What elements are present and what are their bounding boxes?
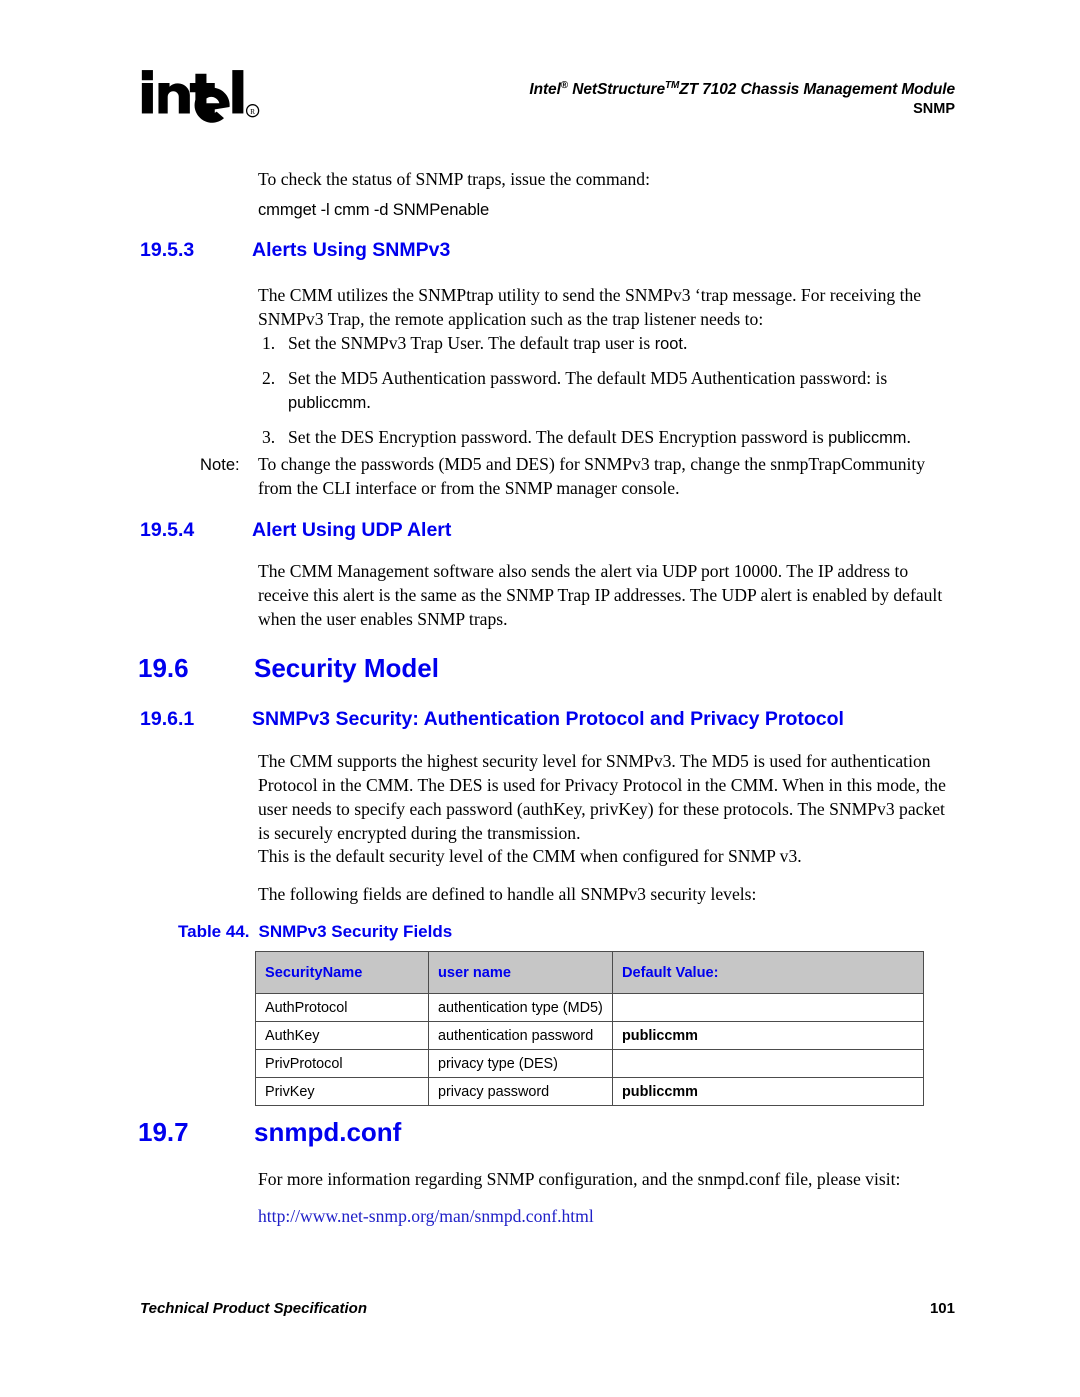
heading-number: 19.6.1 — [140, 708, 195, 730]
header-title: Intel® NetStructureTMZT 7102 Chassis Man… — [529, 80, 955, 99]
section-1961-paragraph-1: The CMM supports the highest security le… — [258, 751, 946, 843]
section-197-paragraph: For more information regarding SNMP conf… — [258, 1169, 901, 1189]
document-page: R Intel® NetStructureTMZT 7102 Chassis M… — [0, 0, 1080, 1397]
trademark-icon: TM — [664, 80, 680, 91]
section-1953-intro: The CMM utilizes the SNMPtrap utility to… — [258, 285, 922, 329]
header-subtitle: SNMP — [913, 101, 955, 118]
intro-line: To check the status of SNMP traps, issue… — [258, 169, 650, 189]
registered-icon: ® — [560, 80, 569, 91]
cell-description: authentication password — [428, 1021, 613, 1050]
list-item-text-tail: . — [366, 391, 371, 412]
note-block: Note: To change the passwords (MD5 and D… — [200, 453, 948, 501]
list-marker: 1. — [262, 333, 276, 353]
intel-logo: R — [140, 66, 260, 124]
footer-title: Technical Product Specification — [140, 1300, 367, 1317]
list-marker: 2. — [262, 367, 276, 388]
table-header-row: SecurityName user name Default Value: — [255, 951, 924, 994]
cell-default-value: publiccmm — [612, 1021, 924, 1050]
heading-text: SNMPv3 Security: Authentication Protocol… — [252, 708, 844, 730]
heading-number: 19.6 — [138, 653, 189, 683]
list-item: 1. Set the SNMPv3 Trap User. The default … — [262, 332, 952, 356]
page-number: 101 — [929, 1300, 955, 1317]
cell-description: authentication type (MD5) — [428, 993, 613, 1022]
heading-text: Security Model — [254, 653, 439, 683]
cell-default-value: publiccmm — [612, 1077, 924, 1106]
table-caption-title: SNMPv3 Security Fields — [258, 922, 453, 941]
cell-name: AuthProtocol — [255, 993, 429, 1022]
table-caption: Table 44. SNMPv3 Security Fields — [178, 922, 452, 942]
column-header-default-value: Default Value: — [612, 951, 924, 994]
column-header-user-name: user name — [428, 951, 613, 994]
list-item: 3. Set the DES Encryption password. The d… — [262, 426, 952, 450]
heading-text: snmpd.conf — [254, 1117, 402, 1147]
inline-code: publiccmm — [828, 428, 907, 447]
heading-text: Alert Using UDP Alert — [252, 519, 452, 541]
cell-name: PrivProtocol — [255, 1049, 429, 1078]
snmpd-conf-link-wrap: http://www.net-snmp.org/man/snmpd.conf.h… — [258, 1206, 594, 1227]
section-1954-paragraph: The CMM Management software also sends t… — [258, 561, 943, 629]
table-caption-label: Table 44. — [178, 922, 250, 941]
table-row: AuthProtocol authentication type (MD5) — [255, 993, 924, 1022]
inline-code: root — [654, 335, 683, 353]
snmpv3-trap-steps: 1. Set the SNMPv3 Trap User. The default … — [262, 332, 952, 461]
document-header: Intel® NetStructureTMZT 7102 Chassis Man… — [529, 80, 955, 119]
snmpv3-security-fields-table: SecurityName user name Default Value: Au… — [255, 951, 924, 1106]
cell-description: privacy password — [428, 1077, 613, 1106]
list-item-text: Set the DES Encryption password. The def… — [288, 426, 829, 447]
heading-text: Alerts Using SNMPv3 — [252, 239, 451, 261]
section-1961-paragraph-2: This is the default security level of th… — [258, 846, 802, 866]
column-header-security-name: SecurityName — [255, 951, 429, 994]
list-item-text-tail: . — [682, 333, 688, 353]
cell-name: AuthKey — [255, 1021, 429, 1050]
svg-text:R: R — [250, 107, 255, 116]
note-label: Note: — [200, 455, 240, 474]
cell-name: PrivKey — [255, 1077, 429, 1106]
heading-19-5-3: 19.5.3 Alerts Using SNMPv3 — [140, 239, 940, 262]
heading-number: 19.7 — [138, 1117, 189, 1147]
list-item: 2. Set the MD5 Authentication password. T… — [262, 367, 952, 415]
table-row: AuthKey authentication password publiccm… — [255, 1021, 924, 1050]
heading-number: 19.5.3 — [140, 239, 195, 261]
list-item-text: Set the SNMPv3 Trap User. The default tr… — [288, 333, 655, 353]
note-text: To change the passwords (MD5 and DES) fo… — [258, 454, 926, 498]
cell-default-value — [612, 993, 924, 1022]
list-item-text: Set the MD5 Authentication password. The… — [288, 367, 888, 388]
list-item-text-tail: . — [906, 426, 911, 447]
table-row: PrivProtocol privacy type (DES) — [255, 1049, 924, 1078]
heading-19-6-1: 19.6.1 SNMPv3 Security: Authentication P… — [140, 708, 1040, 731]
list-marker: 3. — [262, 426, 276, 447]
heading-19-7: 19.7 snmpd.conf — [138, 1117, 938, 1148]
heading-number: 19.5.4 — [140, 519, 195, 541]
section-1961-paragraph-3: The following fields are defined to hand… — [258, 884, 757, 904]
cell-description: privacy type (DES) — [428, 1049, 613, 1078]
header-title-mid: NetStructure — [568, 81, 665, 98]
heading-19-5-4: 19.5.4 Alert Using UDP Alert — [140, 519, 940, 542]
heading-19-6: 19.6 Security Model — [138, 653, 938, 684]
inline-code: publiccmm — [288, 393, 367, 412]
table-row: PrivKey privacy password publiccmm — [255, 1077, 924, 1106]
header-title-lead: Intel — [529, 81, 561, 98]
intro-command: cmmget -l cmm -d SNMPenable — [258, 200, 490, 219]
snmpd-conf-link[interactable]: http://www.net-snmp.org/man/snmpd.conf.h… — [258, 1206, 594, 1226]
cell-default-value — [612, 1049, 924, 1078]
header-title-tail: ZT 7102 Chassis Management Module — [679, 81, 955, 98]
